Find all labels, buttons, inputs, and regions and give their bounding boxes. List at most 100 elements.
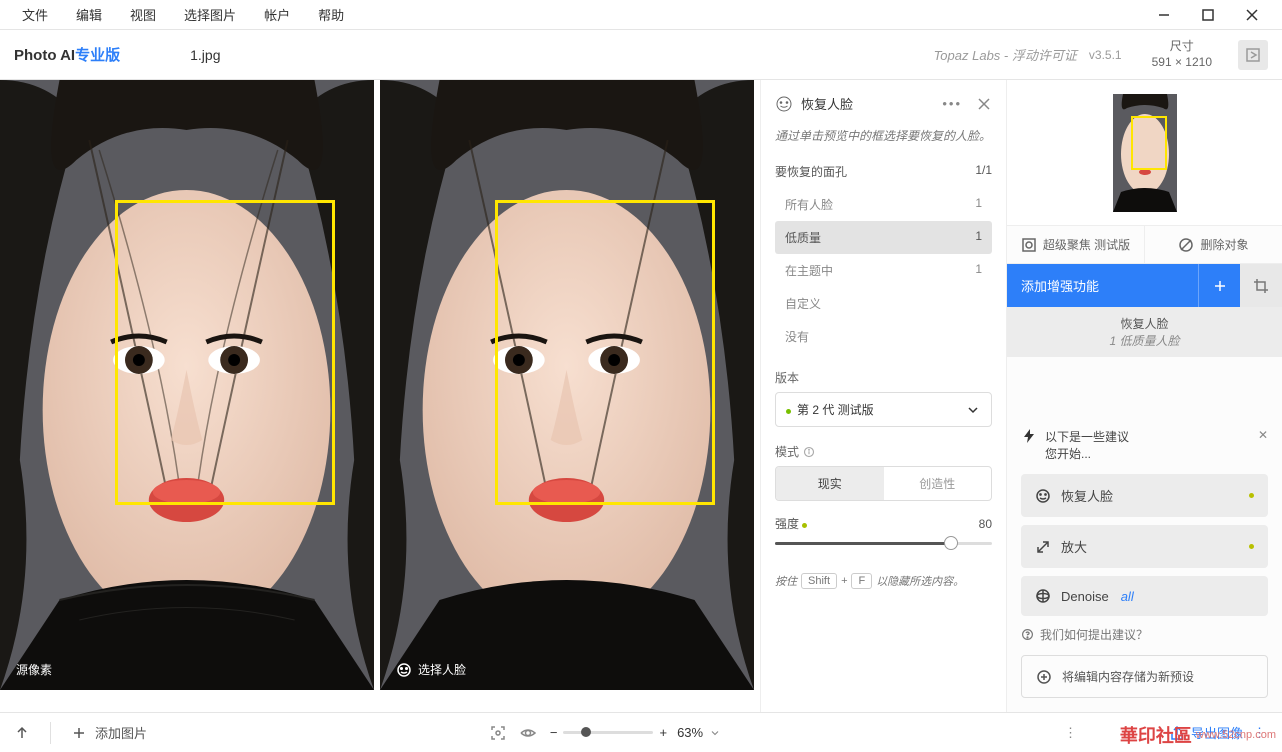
menu-file[interactable]: 文件 [8, 1, 62, 28]
suggestion-recover-face[interactable]: 恢复人脸 [1021, 474, 1268, 517]
chevron-down-icon [965, 402, 981, 418]
export-button[interactable]: 导出图像 [1089, 723, 1243, 742]
minimize-button[interactable] [1142, 0, 1186, 30]
crop-button[interactable] [1240, 264, 1282, 307]
license-text: Topaz Labs - 浮动许可证 [934, 45, 1077, 64]
face-detection-box-left[interactable] [115, 200, 335, 505]
suggestions-block: 以下是一些建议您开始... ✕ 恢复人脸 放大 Denoiseall 我们如何提… [1007, 414, 1282, 712]
chevron-down-icon[interactable] [709, 725, 721, 741]
current-title: 恢复人脸 [1015, 315, 1274, 332]
strength-value: 80 [979, 517, 992, 531]
expand-icon [1035, 539, 1051, 555]
tools-row: 超级聚焦 测试版 删除对象 [1007, 225, 1282, 264]
menu-account[interactable]: 帐户 [250, 1, 304, 28]
face-option-all[interactable]: 所有人脸1 [775, 188, 992, 221]
panel-close-button[interactable] [976, 96, 992, 112]
close-button[interactable] [1230, 0, 1274, 30]
mode-label: 模式 [775, 443, 992, 460]
strength-slider[interactable] [775, 542, 992, 545]
menu-view[interactable]: 视图 [116, 1, 170, 28]
add-enhance-button[interactable]: 添加增强功能 [1007, 264, 1198, 307]
eye-icon[interactable] [520, 725, 536, 741]
file-tab[interactable]: 1.jpg [190, 47, 220, 63]
mode-toggle: 现实 创造性 [775, 466, 992, 501]
mode-creative-button[interactable]: 创造性 [884, 467, 992, 500]
upload-button[interactable] [14, 725, 30, 741]
logo-main: Photo AI [14, 47, 75, 64]
suggestions-header: 以下是一些建议您开始... ✕ [1021, 428, 1268, 462]
logo-suffix: 专业版 [75, 47, 120, 64]
export-icon [1169, 725, 1185, 741]
center-panel: 恢复人脸 ••• 通过单击预览中的框选择要恢复的人脸。 要恢复的面孔 1/1 所… [760, 80, 1006, 712]
dimensions: 尺寸 591 × 1210 [1152, 39, 1212, 70]
add-plus-button[interactable] [1198, 264, 1240, 307]
face-option-custom[interactable]: 自定义 [775, 287, 992, 320]
bottombar: 添加图片 − + 63% ⋮ 导出图像 ⋮ [0, 712, 1282, 752]
maximize-button[interactable] [1186, 0, 1230, 30]
kbd-shift: Shift [801, 573, 837, 589]
menu-select-image[interactable]: 选择图片 [170, 1, 250, 28]
zoom-out-button[interactable]: − [550, 725, 558, 740]
bottombar-left: 添加图片 [14, 722, 147, 744]
face-option-insubject[interactable]: 在主题中1 [775, 254, 992, 287]
plus-icon [71, 725, 87, 741]
menu-help[interactable]: 帮助 [304, 1, 358, 28]
queue-button[interactable] [1238, 40, 1268, 70]
bottombar-right: ⋮ 导出图像 ⋮ [1064, 723, 1268, 742]
plus-circle-icon [1036, 669, 1052, 685]
zoom-control: − + 63% [550, 725, 721, 741]
current-enhancement[interactable]: 恢复人脸 1 低质量人脸 [1007, 307, 1282, 357]
thumbnail-face-box [1131, 116, 1167, 170]
thumbnail[interactable] [1113, 94, 1177, 212]
suggestions-close-button[interactable]: ✕ [1258, 428, 1268, 442]
mode-real-button[interactable]: 现实 [776, 467, 884, 500]
menu-edit[interactable]: 编辑 [62, 1, 116, 28]
face-option-none[interactable]: 没有 [775, 320, 992, 353]
preview-label-result: 选择人脸 [396, 661, 466, 678]
export-more-button[interactable]: ⋮ [1253, 725, 1268, 741]
face-detection-box-right[interactable] [495, 200, 715, 505]
face-option-lowquality[interactable]: 低质量1 [775, 221, 992, 254]
add-image-button[interactable]: 添加图片 [71, 723, 147, 742]
question-icon [1021, 628, 1034, 641]
faces-count: 1/1 [975, 163, 992, 180]
menubar: 文件 编辑 视图 选择图片 帐户 帮助 [0, 0, 1282, 30]
bottombar-center: − + 63% [490, 725, 721, 741]
face-icon [775, 95, 793, 113]
app-logo: Photo AI专业版 [14, 44, 120, 65]
more-options-button[interactable]: ⋮ [1064, 725, 1079, 741]
remove-object-button[interactable]: 删除对象 [1144, 226, 1282, 263]
faces-label: 要恢复的面孔 [775, 163, 847, 180]
suggestion-denoise[interactable]: Denoiseall [1021, 576, 1268, 616]
save-preset-button[interactable]: 将编辑内容存储为新预设 [1021, 655, 1268, 698]
focus-icon [1021, 237, 1037, 253]
strength-label: 强度 [775, 515, 813, 532]
add-enhance-row: 添加增强功能 [1007, 264, 1282, 307]
status-dot-icon [802, 523, 807, 528]
panel-more-button[interactable]: ••• [942, 96, 962, 111]
preview-result[interactable]: 选择人脸 [380, 80, 754, 690]
kbd-f: F [851, 573, 872, 589]
suggestions-help-link[interactable]: 我们如何提出建议？ [1021, 626, 1268, 643]
zoom-percentage[interactable]: 63% [677, 725, 703, 740]
superfocus-button[interactable]: 超级聚焦 测试版 [1007, 226, 1144, 263]
panel-title: 恢复人脸 [801, 94, 934, 113]
info-icon[interactable] [803, 446, 815, 458]
current-sub: 1 低质量人脸 [1015, 332, 1274, 349]
version-select[interactable]: 第 2 代 测试版 [775, 392, 992, 427]
auto-focus-icon[interactable] [490, 725, 506, 741]
preview-original[interactable]: 源像素 [0, 80, 374, 690]
version-label: 版本 [775, 369, 992, 386]
zoom-in-button[interactable]: + [659, 725, 667, 740]
strength-row: 强度 80 [775, 515, 992, 545]
window-controls [1142, 0, 1274, 30]
suggestion-upscale[interactable]: 放大 [1021, 525, 1268, 568]
body: 源像素 选择人脸 [0, 80, 1282, 712]
keyboard-hint: 按住 Shift+ F 以隐藏所选内容。 [775, 573, 992, 589]
face-icon [1035, 488, 1051, 504]
zoom-slider[interactable] [563, 731, 653, 734]
eraser-icon [1178, 237, 1194, 253]
status-dot-icon [786, 409, 791, 414]
slider-thumb[interactable] [944, 536, 958, 550]
topbar: Photo AI专业版 1.jpg Topaz Labs - 浮动许可证 v3.… [0, 30, 1282, 80]
